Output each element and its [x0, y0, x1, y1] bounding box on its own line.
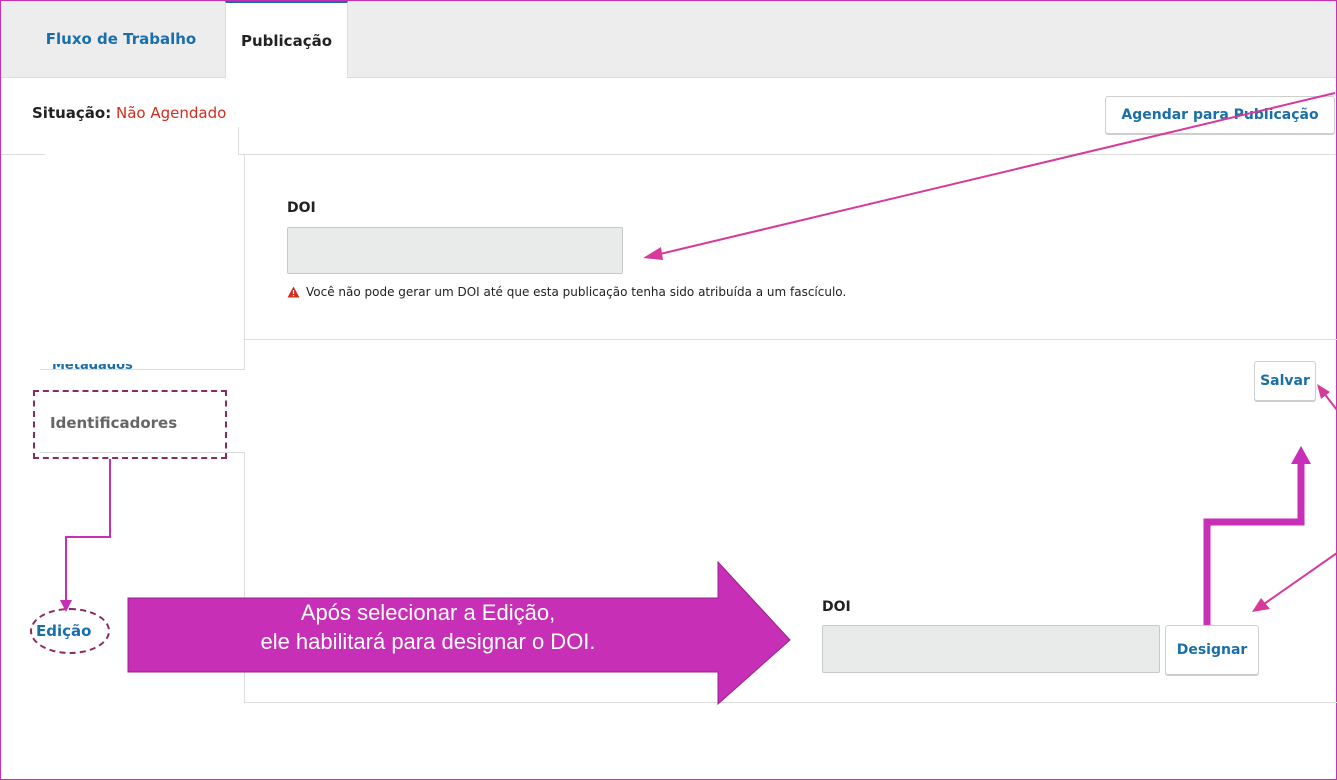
annotation-overlay	[60, 92, 1337, 706]
pointer-arrowhead	[1317, 384, 1330, 399]
callout-line-1: Após selecionar a Edição,	[300, 600, 556, 625]
pointer-line	[659, 92, 1336, 255]
flow-arrowhead	[1291, 446, 1311, 464]
pointer-arrowhead	[1252, 598, 1270, 612]
pointer-line	[1263, 552, 1337, 605]
flow-arrow	[1203, 462, 1305, 625]
pointer-arrowhead	[643, 247, 663, 260]
connector-arrowhead	[60, 600, 72, 612]
callout-line-2: ele habilitará para designar o DOI.	[260, 629, 596, 654]
connector-line	[65, 459, 111, 600]
callout-text: Após selecionar a Edição, ele habilitará…	[128, 598, 728, 656]
